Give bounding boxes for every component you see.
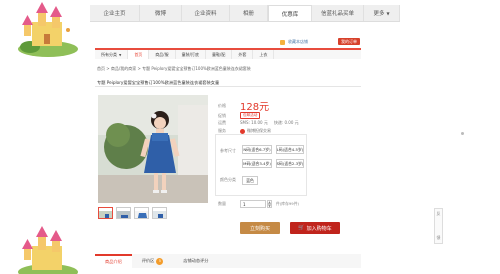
tab-label: 优惠库 (281, 11, 299, 18)
tab-album[interactable]: 相册 (230, 5, 268, 21)
thumbnail[interactable] (116, 207, 131, 219)
tab-home[interactable]: 企业主页 (90, 5, 140, 21)
tab-store-rating[interactable]: 店铺动态评分 (173, 254, 218, 268)
spec-selector: 参考尺寸 N码(适合6-7岁) L码(适合4-5岁) M码(适合3-4岁) S码… (215, 134, 307, 196)
cat-goods[interactable]: 商品/服 (149, 50, 176, 59)
category-nav: 所有分类 ▼ 首页 商品/服 童装/打底 童鞋/配 外套 上衣 (95, 48, 361, 59)
price-value: 128元 (240, 102, 270, 113)
delivery-row: 运费 SMS: 10.00 元 快递: 0.00 元 (218, 120, 299, 126)
size-option[interactable]: S码(适合2-3岁) (276, 159, 304, 168)
tab-label: 相册 (242, 11, 254, 17)
tab-weibo[interactable]: 微博 (140, 5, 182, 21)
tab-reviews[interactable]: 评价区 5 (132, 254, 174, 268)
tab-shop[interactable]: 优惠库 (268, 5, 312, 21)
promo-row: 促销 包邮活动 (218, 112, 263, 119)
tab-label: 企业资料 (194, 11, 217, 17)
chevron-down-icon: ▼ (119, 52, 122, 57)
thumbnail-strip (98, 207, 167, 219)
tab-label: 企业主页 (103, 11, 126, 17)
thumbnail-photo (99, 211, 112, 218)
color-label: 颜色分类 (220, 177, 236, 182)
quantity-row: 数量 1 ▲ ▼ 件(库存99件) (218, 200, 299, 208)
castle-illustration (18, 226, 78, 274)
thumbnail[interactable] (98, 207, 113, 219)
promo-badge: 包邮活动 (240, 112, 261, 119)
delivery-value: SMS: 10.00 元 (240, 120, 268, 125)
feedback-float[interactable]: 反 馈 (434, 208, 443, 244)
tab-product-intro[interactable]: 商品介绍 (95, 254, 132, 268)
cart-label: 加入购物车 (306, 225, 332, 232)
cat-coat[interactable]: 外套 (232, 50, 254, 59)
divider (95, 86, 361, 87)
size-label: 参考尺寸 (220, 148, 236, 153)
review-count-badge: 5 (156, 257, 164, 265)
color-option[interactable]: 蓝色 (242, 176, 258, 185)
shield-icon (240, 128, 245, 134)
thumbnail[interactable] (152, 207, 167, 219)
price-row: 价格 128元 (218, 98, 269, 113)
breadcrumb[interactable]: 首页 > 商品/我的商家 > 专题 Peiplory爱婴宝宝预售订100%欧洲蓝… (97, 66, 251, 72)
quantity-input[interactable]: 1 (240, 200, 266, 208)
indicator-dot (461, 132, 464, 135)
delivery-label: 运费 (218, 120, 226, 125)
product-photo (98, 95, 208, 203)
cat-label: 所有分类 (101, 51, 117, 57)
size-option[interactable]: L码(适合4-5岁) (276, 145, 304, 154)
castle-illustration (18, 2, 78, 57)
favorite-store-link[interactable]: 收藏本店铺 (288, 39, 308, 45)
quantity-stepper[interactable]: ▲ ▼ (267, 200, 272, 208)
cat-all[interactable]: 所有分类 ▼ (95, 50, 129, 59)
tab-label: 微博 (154, 11, 166, 17)
thumbnail[interactable] (134, 207, 149, 219)
quantity-label: 数量 (218, 201, 226, 206)
tab-label: 评价区 (141, 258, 155, 263)
chevron-down-icon: ▼ (386, 10, 390, 16)
delivery-extra: 快递: 0.00 元 (273, 120, 299, 125)
cat-top[interactable]: 上衣 (253, 50, 275, 59)
price-label: 价格 (218, 102, 226, 108)
my-order-button[interactable]: 我的订单 (338, 38, 360, 45)
stock-note: 件(库存99件) (276, 201, 299, 206)
cat-kids-shoes[interactable]: 童鞋/配 (206, 50, 233, 59)
thumbnail-photo (135, 211, 148, 218)
top-tab-bar: 企业主页 微博 企业资料 相册 优惠库 信蓝礼品买单 更多 ▼ (90, 5, 400, 22)
size-option[interactable]: M码(适合3-4岁) (242, 159, 272, 168)
star-icon (280, 39, 285, 45)
left-decoration (0, 0, 86, 274)
detail-tab-bar: 商品介绍 评价区 5 店铺动态评分 (95, 254, 361, 268)
feedback-char: 反 (436, 211, 441, 216)
cat-home[interactable]: 首页 (128, 50, 150, 59)
tab-company-info[interactable]: 企业资料 (182, 5, 230, 21)
thumbnail-photo (117, 211, 130, 218)
buy-now-button[interactable]: 立刻购买 (240, 222, 280, 234)
promo-label: 促销 (218, 112, 226, 118)
tab-label: 信蓝礼品买单 (320, 11, 354, 17)
decrement-icon[interactable]: ▼ (267, 204, 272, 208)
tab-gift[interactable]: 信蓝礼品买单 (312, 5, 364, 21)
add-to-cart-button[interactable]: 🛒 加入购物车 (290, 222, 340, 234)
thumbnail-photo (153, 211, 166, 218)
tab-more[interactable]: 更多 ▼ (364, 5, 400, 21)
cat-kids-wear[interactable]: 童装/打底 (176, 50, 207, 59)
size-option[interactable]: N码(适合6-7岁) (242, 145, 272, 154)
cart-icon: 🛒 (298, 225, 305, 231)
feedback-char: 馈 (436, 235, 441, 240)
tab-label: 更多 (373, 11, 385, 17)
product-main-image[interactable] (98, 95, 208, 203)
